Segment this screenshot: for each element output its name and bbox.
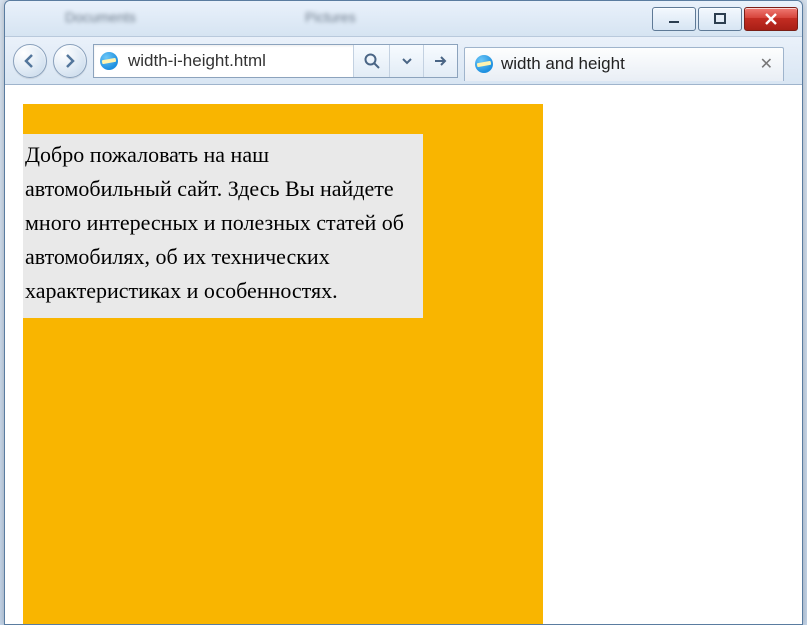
browser-window: Documents Pictures [4, 0, 803, 625]
arrow-right-icon [61, 52, 79, 70]
browser-tab[interactable]: width and height ✕ [464, 47, 784, 81]
search-dropdown-button[interactable] [389, 45, 423, 77]
maximize-icon [713, 12, 727, 26]
go-button[interactable] [423, 45, 457, 77]
background-ghost-text: Pictures [305, 9, 356, 25]
arrow-right-icon [433, 53, 449, 69]
text-box: Добро пожаловать на наш автомобильный са… [23, 134, 423, 318]
search-icon [363, 52, 381, 70]
chevron-down-icon [401, 55, 413, 67]
tab-close-button[interactable]: ✕ [760, 54, 773, 74]
minimize-button[interactable] [652, 7, 696, 31]
close-button[interactable] [744, 7, 798, 31]
ie-icon [100, 52, 118, 70]
minimize-icon [667, 12, 681, 26]
outer-box: Добро пожаловать на наш автомобильный са… [23, 104, 543, 624]
close-icon [763, 11, 779, 27]
forward-button[interactable] [53, 44, 87, 78]
address-input[interactable] [124, 45, 353, 77]
tab-title: width and height [501, 54, 752, 74]
ie-icon [475, 55, 493, 73]
background-ghost-text: Documents [65, 9, 136, 25]
maximize-button[interactable] [698, 7, 742, 31]
address-bar [93, 44, 458, 78]
site-icon [94, 45, 124, 77]
page-body: Добро пожаловать на наш автомобильный са… [5, 86, 802, 624]
arrow-left-icon [21, 52, 39, 70]
tab-bar: width and height ✕ [464, 42, 794, 80]
window-titlebar: Documents Pictures [5, 1, 802, 37]
back-button[interactable] [13, 44, 47, 78]
welcome-paragraph: Добро пожаловать на наш автомобильный са… [25, 142, 404, 303]
search-button[interactable] [353, 45, 389, 77]
page-viewport: Добро пожаловать на наш автомобильный са… [5, 85, 802, 624]
navigation-bar: width and height ✕ [5, 37, 802, 85]
